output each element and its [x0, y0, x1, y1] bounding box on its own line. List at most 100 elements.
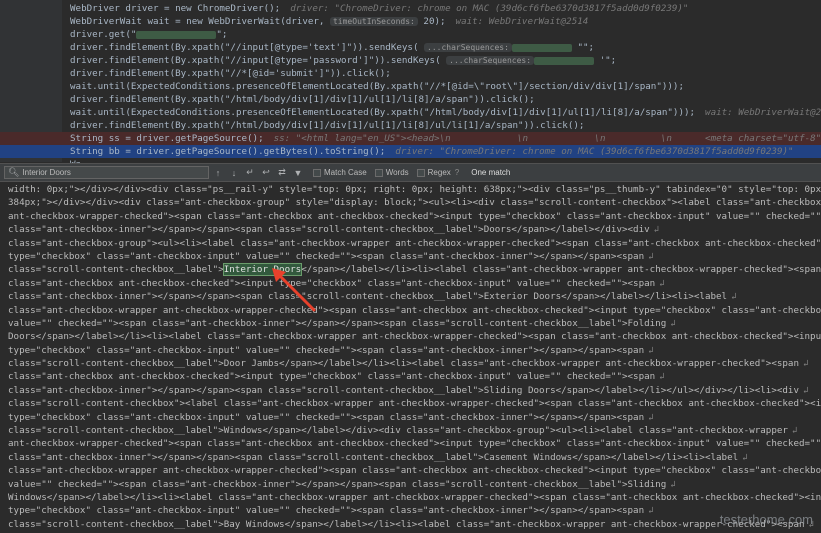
code-line[interactable]: driver.findElement(By.xpath("/html/body/… [70, 119, 821, 132]
output-text: ant-checkbox-wrapper-checked"><span clas… [8, 438, 821, 450]
parameter-hint-chip: timeOutInSeconds: [329, 17, 418, 26]
output-line: class="scroll-content-checkbox__label">I… [0, 263, 821, 277]
regex-checkbox[interactable]: Regex [416, 168, 451, 177]
soft-wrap-icon: ↲ [648, 250, 654, 262]
code-text: driver.findElement(By.xpath("/html/body/… [70, 94, 535, 105]
output-line: class="scroll-content-checkbox__label">D… [0, 357, 821, 370]
annotation-arrow [272, 268, 316, 312]
output-line: class="ant-checkbox-inner"></span></span… [0, 290, 821, 303]
match-case-checkbox[interactable]: Match Case [313, 168, 367, 177]
code-line[interactable]: String bb = driver.getPageSource().getBy… [0, 145, 821, 158]
output-text: 384px;"></div></div><div class="ant-chec… [8, 197, 821, 209]
output-text: type="checkbox" class="ant-checkbox-inpu… [8, 344, 645, 356]
regex-label: Regex [427, 168, 451, 177]
previous-occurrence-icon[interactable]: ↑ [211, 166, 225, 180]
output-line: 384px;"></div></div><div class="ant-chec… [0, 196, 821, 209]
code-text: '"; [594, 55, 617, 66]
match-count: One match [471, 168, 511, 177]
add-occurrence-icon[interactable]: ⇄ [275, 166, 289, 180]
find-input-box[interactable]: 🔍︎ [4, 166, 209, 179]
output-text: value="" checked=""><span class="ant-che… [8, 478, 667, 490]
output-line: Windows</span></label></li><li><label cl… [0, 491, 821, 504]
code-text: wait.until(ExpectedConditions.presenceOf… [70, 81, 684, 92]
output-line: class="ant-checkbox-group"><ul><li><labe… [0, 237, 821, 250]
debug-inline-value: wait: WebDriverWait@2514 [705, 107, 821, 118]
soft-wrap-icon: ↲ [648, 505, 654, 517]
output-line: class="scroll-content-checkbox__label">W… [0, 424, 821, 437]
output-line: class="ant-checkbox ant-checkbox-checked… [0, 277, 821, 290]
code-line[interactable]: WebDriverWait wait = new WebDriverWait(d… [70, 15, 821, 28]
output-line: width: 0px;"></div></div><div class="ps_… [0, 183, 821, 196]
output-line: value="" checked=""><span class="ant-che… [0, 317, 821, 330]
words-checkbox[interactable]: Words [374, 168, 409, 177]
debug-inline-value: ss: "<html lang="en_US"><head>\n \n \n \… [273, 133, 821, 144]
output-line: type="checkbox" class="ant-checkbox-inpu… [0, 504, 821, 517]
code-line[interactable]: String ss = driver.getPageSource(); ss: "… [0, 132, 821, 145]
soft-wrap-icon: ↲ [648, 344, 654, 356]
search-input[interactable] [22, 168, 203, 177]
soft-wrap-icon: ↲ [791, 425, 798, 437]
code-text: wait.until(ExpectedConditions.presenceOf… [70, 107, 696, 118]
code-text: driver.findElement(By.xpath("/html/body/… [70, 120, 585, 131]
soft-wrap-icon: ↲ [802, 384, 809, 396]
output-line: class="scroll-content-checkbox"><label c… [0, 397, 821, 410]
output-text: type="checkbox" class="ant-checkbox-inpu… [8, 250, 645, 262]
code-line[interactable]: driver.findElement(By.xpath("//input[@ty… [70, 54, 821, 67]
words-box[interactable] [374, 168, 383, 177]
soft-wrap-icon: ↲ [731, 291, 737, 303]
regex-help-icon[interactable]: ? [455, 168, 459, 177]
soft-wrap-icon: ↲ [653, 224, 660, 236]
output-text: class="ant-checkbox-inner"></span></span… [8, 291, 728, 303]
output-line: value="" checked=""><span class="ant-che… [0, 478, 821, 491]
output-line: type="checkbox" class="ant-checkbox-inpu… [0, 250, 821, 263]
output-text: class="ant-checkbox-inner"></span></span… [8, 384, 799, 396]
soft-wrap-icon: ↲ [659, 371, 665, 383]
debug-inline-value: driver: "ChromeDriver: chrome on MAC (39… [395, 146, 794, 157]
output-line: Doors</span></label></li><li><label clas… [0, 330, 821, 343]
code-line[interactable]: driver.get(" "; [70, 28, 821, 41]
output-line: class="ant-checkbox-inner"></span></span… [0, 384, 821, 397]
output-text: value="" checked=""><span class="ant-che… [8, 317, 667, 329]
output-text: width: 0px;"></div></div><div class="ps_… [8, 184, 821, 195]
code-line[interactable]: wait.until(ExpectedConditions.presenceOf… [70, 80, 821, 93]
code-text: ""; [571, 42, 595, 53]
regex-box[interactable] [416, 168, 425, 177]
output-line: type="checkbox" class="ant-checkbox-inpu… [0, 344, 821, 357]
output-line: class="scroll-content-checkbox__label">B… [0, 518, 821, 531]
output-text: ant-checkbox-wrapper-checked"><span clas… [8, 210, 821, 222]
code-text: driver.get(" [70, 29, 137, 40]
filter-icon[interactable]: ▼ [291, 166, 305, 180]
output-text-area[interactable]: width: 0px;"></div></div><div class="ps_… [0, 183, 821, 533]
parameter-hint-chip: ...charSequences: [446, 56, 535, 65]
find-all-icon[interactable]: ↵ [243, 166, 257, 180]
redacted-text [534, 56, 595, 65]
output-text: class="scroll-content-checkbox__label"> [8, 264, 224, 276]
output-text: Doors</span></label></li><li><label clas… [8, 331, 821, 343]
redacted-text [136, 30, 217, 39]
output-text: class="scroll-content-checkbox"><label c… [8, 398, 821, 410]
output-line: class="ant-checkbox-inner"></span></span… [0, 223, 821, 236]
next-occurrence-icon[interactable]: ↓ [227, 166, 241, 180]
select-all-occurrences-icon[interactable]: ↩ [259, 166, 273, 180]
code-text: String ss = driver.getPageSource(); [70, 133, 264, 144]
output-line: type="checkbox" class="ant-checkbox-inpu… [0, 411, 821, 424]
code-line[interactable]: driver.findElement(By.xpath("//*[@id='su… [70, 67, 821, 80]
output-text: class="ant-checkbox ant-checkbox-checked… [8, 371, 656, 383]
output-text: </span></label></li><li><label class="an… [301, 264, 821, 276]
output-line: ant-checkbox-wrapper-checked"><span clas… [0, 437, 821, 450]
match-case-box[interactable] [313, 168, 321, 177]
code-line[interactable]: driver.findElement(By.xpath("/html/body/… [70, 93, 821, 106]
code-line[interactable]: WebDriver driver = new ChromeDriver(); dr… [70, 2, 821, 15]
match-case-label: Match Case [324, 168, 367, 177]
watermark: testerhome.com [719, 512, 813, 527]
output-line: class="ant-checkbox ant-checkbox-checked… [0, 370, 821, 383]
output-text: class="ant-checkbox-inner"></span></span… [8, 224, 650, 236]
soft-wrap-icon: ↲ [742, 451, 748, 463]
output-text: class="scroll-content-checkbox__label">B… [8, 518, 805, 530]
code-line[interactable]: driver.findElement(By.xpath("//input[@ty… [70, 41, 821, 54]
output-text: class="ant-checkbox-wrapper ant-checkbox… [8, 304, 821, 316]
code-editor[interactable]: WebDriver driver = new ChromeDriver(); dr… [0, 0, 821, 170]
output-text: class="ant-checkbox-inner"></span></span… [8, 451, 739, 463]
code-line[interactable]: wait.until(ExpectedConditions.presenceOf… [70, 106, 821, 119]
output-line: class="ant-checkbox-inner"></span></span… [0, 451, 821, 464]
